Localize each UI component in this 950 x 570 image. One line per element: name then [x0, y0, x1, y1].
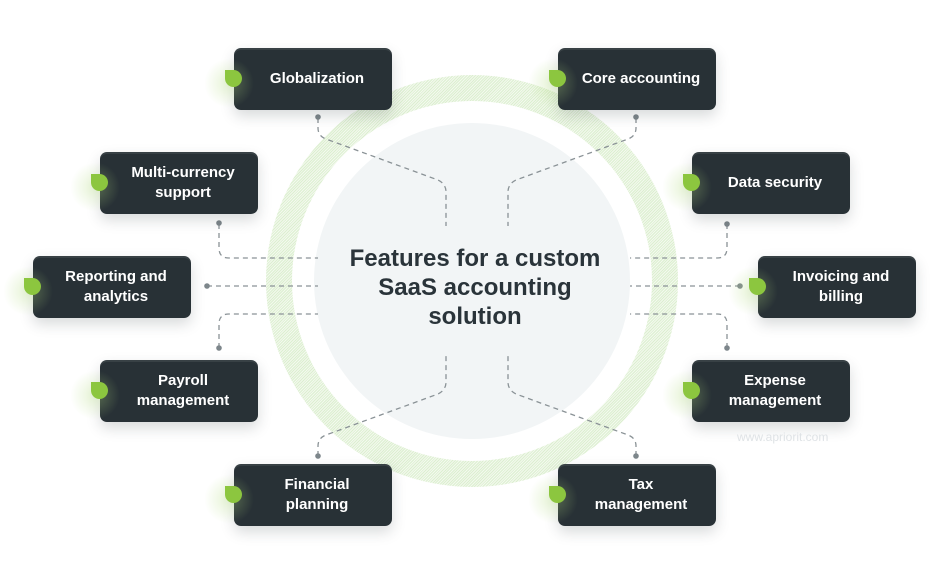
- node-financial-planning: Financial planning: [204, 464, 392, 526]
- connector-dot: [315, 453, 321, 459]
- node-label: Globalization: [269, 70, 365, 87]
- connector-dot: [724, 345, 730, 351]
- connector-dot: [204, 283, 210, 289]
- title-line: solution: [428, 303, 522, 330]
- node-label: Data security: [727, 174, 823, 191]
- node-label: analytics: [83, 288, 149, 305]
- connector-core-accounting: [507, 118, 637, 226]
- leaf-icon: [91, 174, 108, 191]
- connector-globalization: [317, 118, 447, 226]
- node-reporting-and-analytics: Reporting and analytics: [3, 256, 191, 318]
- node-invoicing-and-billing: Invoicing and billing: [728, 256, 916, 318]
- leaf-icon: [549, 70, 566, 87]
- connector-payroll: [218, 313, 318, 348]
- node-label: Invoicing and: [792, 268, 890, 285]
- connector-dot: [216, 345, 222, 351]
- connector-dot: [633, 453, 639, 459]
- connector-dot: [633, 114, 639, 120]
- leaf-icon: [549, 486, 566, 503]
- title-line: SaaS accounting: [378, 274, 572, 301]
- node-label: Tax: [628, 476, 654, 493]
- leaf-icon: [683, 174, 700, 191]
- node-label: Expense: [744, 372, 806, 389]
- leaf-icon: [749, 278, 766, 295]
- connector-tax: [507, 353, 637, 456]
- node-label: Core accounting: [581, 70, 701, 87]
- leaf-icon: [683, 382, 700, 399]
- leaf-icon: [24, 278, 41, 295]
- leaf-icon: [225, 70, 242, 87]
- connector-data-security: [630, 224, 728, 259]
- node-globalization: Globalization: [204, 48, 392, 110]
- leaf-icon: [91, 382, 108, 399]
- connector-dot: [216, 220, 222, 226]
- connector-dot: [315, 114, 321, 120]
- title-line: Features for a custom: [349, 245, 601, 272]
- node-expense-management: Expense management: [662, 360, 850, 422]
- node-payroll-management: Payroll management: [70, 360, 258, 422]
- watermark: www.apriorit.com: [737, 430, 829, 444]
- node-label: Financial: [284, 476, 350, 493]
- node-label: management: [594, 496, 688, 513]
- connector-dot: [724, 221, 730, 227]
- node-label: management: [728, 392, 822, 409]
- node-label: Multi-currency: [131, 164, 235, 181]
- node-label: Payroll: [157, 372, 209, 389]
- diagram-title: Features for a custom SaaS accounting so…: [320, 244, 630, 331]
- node-multi-currency-support: Multi-currency support: [70, 152, 258, 214]
- node-label: management: [136, 392, 230, 409]
- node-label: support: [155, 184, 211, 201]
- node-label: planning: [285, 496, 349, 513]
- node-tax-management: Tax management: [528, 464, 716, 526]
- node-label: billing: [818, 288, 864, 305]
- node-data-security: Data security: [662, 152, 850, 214]
- node-label: Reporting and: [65, 268, 167, 285]
- connector-multi-currency: [218, 224, 318, 259]
- node-core-accounting: Core accounting: [528, 48, 716, 110]
- leaf-icon: [225, 486, 242, 503]
- connector-expense: [630, 313, 728, 348]
- connector-financial-planning: [317, 353, 447, 456]
